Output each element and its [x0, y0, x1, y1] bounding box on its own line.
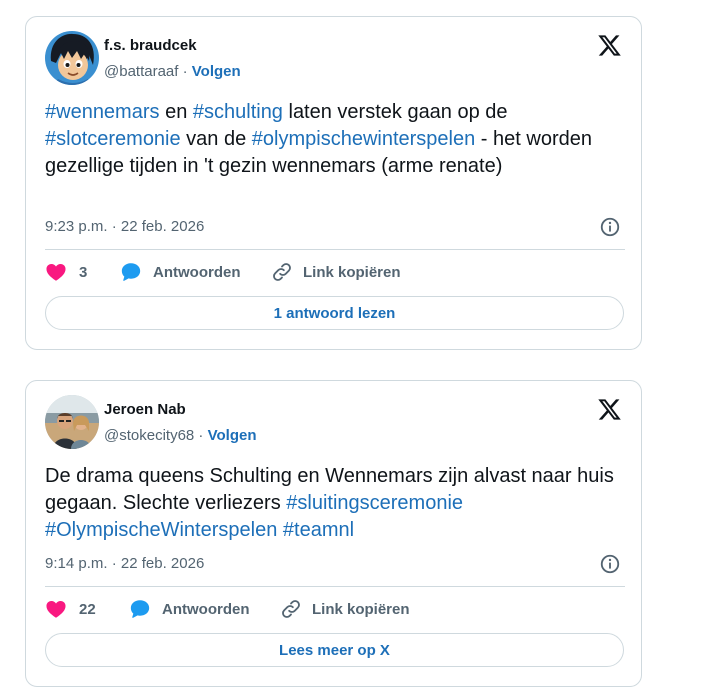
- like-count: 22: [79, 600, 96, 618]
- tweet-time: 9:23 p.m.: [45, 218, 108, 235]
- reply-bubble-icon: [121, 263, 141, 281]
- divider: [45, 586, 625, 587]
- handle-separator: ·: [178, 63, 192, 80]
- follow-button[interactable]: Volgen: [208, 427, 257, 444]
- copy-link-label: Link kopiëren: [312, 600, 410, 618]
- author-handle[interactable]: @battaraaf: [104, 63, 178, 80]
- tweet-timestamp[interactable]: 9:14 p.m. · 22 feb. 2026: [45, 555, 204, 572]
- tweet-timestamp[interactable]: 9:23 p.m. · 22 feb. 2026: [45, 218, 204, 235]
- avatar[interactable]: [45, 31, 99, 85]
- like-button[interactable]: 22: [45, 598, 129, 620]
- cartoon-avatar-icon: [45, 31, 99, 85]
- tweet-text: #wennemars en #schulting laten verstek g…: [45, 99, 615, 180]
- hashtag-link[interactable]: #OlympischeWinterspelen: [45, 519, 277, 541]
- heart-icon: [46, 264, 66, 281]
- read-more-label: Lees meer op X: [279, 641, 390, 659]
- hashtag-link[interactable]: #wennemars: [45, 101, 160, 123]
- hashtag-link[interactable]: #schulting: [193, 101, 283, 123]
- x-logo-icon[interactable]: [597, 33, 622, 58]
- read-replies-label: 1 antwoord lezen: [273, 304, 396, 322]
- reply-button[interactable]: Antwoorden: [120, 261, 271, 283]
- read-more-on-x-button[interactable]: Lees meer op X: [45, 633, 624, 667]
- heart-icon: [46, 601, 66, 618]
- divider: [45, 249, 625, 250]
- reply-bubble-icon: [130, 600, 150, 618]
- link-icon: [273, 263, 291, 281]
- like-count: 3: [79, 263, 88, 281]
- action-bar: 22 Antwoorden Link kopiëren: [45, 597, 625, 621]
- reply-label: Antwoorden: [153, 263, 241, 281]
- copy-link-button[interactable]: Link kopiëren: [280, 598, 410, 620]
- tweet-time: 9:14 p.m.: [45, 555, 108, 572]
- tweet-text-segment: van de: [180, 128, 252, 150]
- photo-avatar-icon: [45, 395, 99, 449]
- reply-button[interactable]: Antwoorden: [129, 598, 280, 620]
- author-handle-line: @battaraaf · Volgen: [104, 63, 241, 80]
- author-name[interactable]: f.s. braudcek: [104, 37, 197, 54]
- tweet-card: f.s. braudcek @battaraaf · Volgen #wenne…: [25, 16, 642, 350]
- author-name[interactable]: Jeroen Nab: [104, 401, 186, 418]
- info-icon[interactable]: [599, 553, 621, 575]
- read-replies-button[interactable]: 1 antwoord lezen: [45, 296, 624, 330]
- hashtag-link[interactable]: #olympischewinterspelen: [252, 128, 475, 150]
- action-bar: 3 Antwoorden Link kopiëren: [45, 260, 625, 284]
- author-handle-line: @stokecity68 · Volgen: [104, 427, 257, 444]
- hashtag-link[interactable]: #slotceremonie: [45, 128, 181, 150]
- avatar[interactable]: [45, 395, 99, 449]
- hashtag-link[interactable]: #teamnl: [283, 519, 354, 541]
- handle-separator: ·: [194, 427, 208, 444]
- tweet-date: 22 feb. 2026: [120, 218, 205, 235]
- follow-button[interactable]: Volgen: [192, 63, 241, 80]
- like-button[interactable]: 3: [45, 261, 120, 283]
- timestamp-separator: ·: [107, 555, 121, 572]
- hashtag-link[interactable]: #sluitingsceremonie: [286, 492, 463, 514]
- tweet-text-segment: en: [159, 101, 193, 123]
- info-icon[interactable]: [599, 216, 621, 238]
- tweet-text-segment: laten verstek gaan op de: [282, 101, 508, 123]
- link-icon: [282, 600, 300, 618]
- tweet-date: 22 feb. 2026: [120, 555, 205, 572]
- tweet-text: De drama queens Schulting en Wennemars z…: [45, 463, 615, 544]
- copy-link-label: Link kopiëren: [303, 263, 401, 281]
- x-logo-icon[interactable]: [597, 397, 622, 422]
- tweet-card: Jeroen Nab @stokecity68 · Volgen De dram…: [25, 380, 642, 687]
- copy-link-button[interactable]: Link kopiëren: [271, 261, 401, 283]
- reply-label: Antwoorden: [162, 600, 250, 618]
- timestamp-separator: ·: [107, 218, 121, 235]
- author-handle[interactable]: @stokecity68: [104, 427, 194, 444]
